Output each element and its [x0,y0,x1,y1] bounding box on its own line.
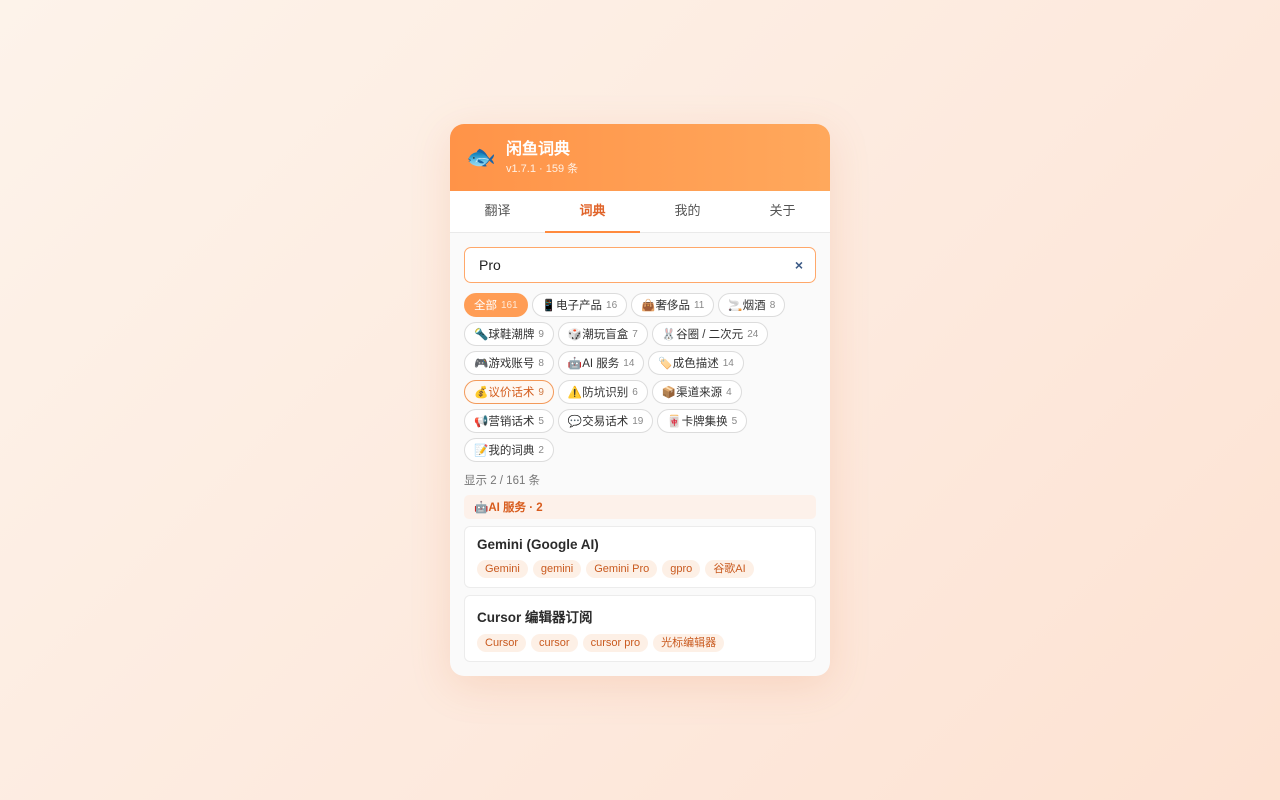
category-chip-label: 📦渠道来源 [661,387,723,399]
category-chip-label: 🚬烟酒 [728,300,766,312]
category-chip[interactable]: 🐰谷圈 / 二次元 24 [651,322,769,346]
alias-tag: cursor pro [582,634,649,652]
alias-tag: cursor [531,634,578,652]
category-chip[interactable]: 📝我的词典 2 [464,438,554,462]
category-chip[interactable]: 📱电子产品 16 [531,293,628,317]
category-chip-count: 9 [538,328,544,340]
category-chip[interactable]: 💬交易话术 19 [557,409,654,433]
tab-bar: 翻译 词典 我的 关于 [450,191,830,233]
alias-tag-list: Gemini gemini Gemini Pro gpro 谷歌AI [477,560,803,578]
group-header: 🤖AI 服务 · 2 [464,495,816,519]
category-chip-count: 6 [632,386,638,398]
category-chip-count: 8 [769,299,776,311]
category-chip-label: 📝我的词典 [474,445,535,457]
category-chip-label: 👜奢侈品 [641,300,690,312]
clear-icon[interactable]: × [795,257,803,273]
category-chip-label: 💰议价话术 [474,387,535,399]
alias-tag: Gemini [477,560,528,578]
category-chip-count: 19 [632,415,644,427]
category-chip[interactable]: 🎲潮玩盲盒 7 [557,322,648,346]
dictionary-panel: × 全部161📱电子产品16👜奢侈品11🚬烟酒8🔦球鞋潮牌9🎲潮玩盲盒7🐰谷圈 … [450,233,830,662]
tab-about[interactable]: 关于 [735,191,830,232]
popup-header: 🐟 闲鱼词典 v1.7.1 · 159 条 [450,124,830,191]
version-line: v1.7.1 · 159 条 [506,162,579,175]
category-chip-count: 14 [623,357,635,369]
extension-popup: 🐟 闲鱼词典 v1.7.1 · 159 条 翻译 词典 我的 关于 × 全部 16… [450,124,830,676]
alias-tag: Cursor [477,634,527,652]
category-chip[interactable]: 👜奢侈品 11 [631,293,715,317]
alias-tag: Gemini Pro [586,560,658,578]
category-chip[interactable]: 🤖AI 服务 14 [557,351,645,375]
alias-tag-list: Cursor cursor cursor pro 光标编辑器 [477,634,803,652]
tab-dictionary[interactable]: 词典 [545,191,640,233]
category-chip-count: 16 [606,299,618,311]
category-chip-label: 🐰谷圈 / 二次元 [661,329,744,341]
tab-mine[interactable]: 我的 [640,191,735,232]
alias-tag: gemini [532,560,582,578]
category-chip[interactable]: 🎮游戏账号 8 [464,351,554,375]
category-chip-label: 🏷️成色描述 [658,358,719,370]
category-chip[interactable]: 全部 161 [464,293,528,317]
search-box: × [464,247,816,283]
category-chip-label: 💬交易话术 [567,416,629,428]
category-chip-label: 📢营销话术 [474,416,535,428]
category-chip[interactable]: 📦渠道来源 4 [651,380,742,404]
category-chip-count: 24 [747,328,759,340]
alias-tag: 谷歌AI [705,560,754,578]
category-chip-count: 4 [726,386,732,398]
category-chip-label: 🔦球鞋潮牌 [474,329,535,341]
category-chip-label: ⚠️防坑识别 [567,387,629,399]
category-chip[interactable]: ⚠️防坑识别 6 [557,380,648,404]
category-chip[interactable]: 🀄卡牌集换 5 [657,409,748,433]
app-title: 闲鱼词典 [506,140,571,158]
category-chip[interactable]: 💰议价话术 9 [464,380,554,404]
result-list: Gemini (Google AI) Gemini gemini Gemini Pro… [464,526,816,662]
category-chip-count: 5 [731,415,738,427]
category-chip-label: 全部 [474,300,497,312]
header-text: 闲鱼词典 v1.7.1 · 159 条 [506,140,578,176]
category-chip-count: 14 [722,357,734,369]
category-chip-count: 8 [538,357,544,369]
category-chip-count: 9 [538,386,544,398]
category-chip[interactable]: 🚬烟酒 8 [718,293,786,317]
category-chip-count: 5 [538,415,544,427]
category-chip-label: 🤖AI 服务 [567,358,620,370]
search-input[interactable] [477,256,795,274]
alias-tag: gpro [662,560,701,578]
fish-logo-icon: 🐟 [466,143,496,171]
category-filter: 全部 161 📱电子产品 16 👜奢侈品 11 🚬烟酒 8 🔦球鞋潮牌 9 🎲潮玩盲盒 7 🐰谷圈 / … [464,293,816,462]
alias-tag: 光标编辑器 [653,634,725,652]
result-title: Gemini (Google AI) [477,537,599,552]
category-chip-label: 🎮游戏账号 [474,358,535,370]
result-card[interactable]: Gemini (Google AI) Gemini gemini Gemini Pro… [464,526,816,588]
category-chip[interactable]: 🔦球鞋潮牌 9 [464,322,554,346]
result-card[interactable]: Cursor 编辑器订阅 Cursor cursor cursor pro 光标编辑器 [464,595,816,662]
result-title: Cursor 编辑器订阅 [477,610,593,625]
category-chip-count: 161 [501,299,518,311]
tab-translate[interactable]: 翻译 [450,191,545,232]
category-chip[interactable]: 🏷️成色描述 14 [648,351,744,375]
category-chip-count: 7 [632,328,638,340]
category-chip[interactable]: 📢营销话术 5 [464,409,554,433]
category-chip-count: 2 [538,444,544,456]
category-chip-label: 🀄卡牌集换 [667,416,728,428]
category-chip-label: 🎲潮玩盲盒 [567,329,629,341]
result-count: 显示 2 / 161 条 [464,475,541,487]
category-chip-label: 📱电子产品 [541,300,603,312]
category-chip-count: 11 [693,299,705,311]
